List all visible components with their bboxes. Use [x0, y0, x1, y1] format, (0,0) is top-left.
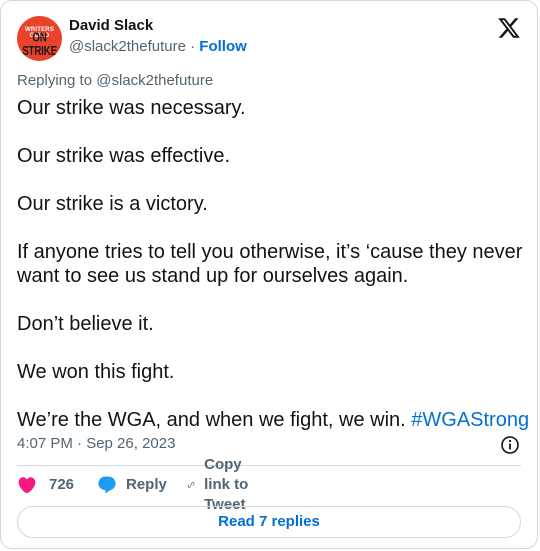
tweet-paragraph: Don’t believe it. — [17, 313, 154, 335]
info-icon[interactable] — [500, 435, 520, 455]
tweet-paragraph-last: We’re the WGA, and when we fight, we win… — [17, 408, 529, 432]
divider — [17, 465, 521, 466]
tweet-last-text: We’re the WGA, and when we fight, we win… — [17, 409, 406, 431]
like-count: 726 — [49, 476, 75, 493]
author-display-name[interactable]: David Slack — [69, 17, 247, 35]
reply-button[interactable]: Reply — [97, 475, 167, 495]
avatar-text-bottom: ON STRIKE — [22, 31, 57, 59]
author-handle[interactable]: @slack2thefuture — [69, 38, 186, 55]
link-icon — [187, 482, 195, 488]
reply-label: Reply — [126, 476, 167, 493]
follow-button[interactable]: Follow — [199, 38, 247, 55]
handle-separator: · — [190, 38, 196, 55]
heart-icon — [18, 477, 36, 494]
reply-bubble-icon — [98, 476, 116, 494]
tweet-card: WRITERS GUILD ON STRIKE David Slack @sla… — [0, 0, 538, 549]
tweet-paragraph: Our strike is a victory. — [17, 193, 208, 215]
read-replies-button[interactable]: Read 7 replies — [17, 506, 521, 538]
author-info: David Slack @slack2thefuture · Follow — [69, 17, 247, 57]
x-logo-icon[interactable] — [497, 16, 521, 40]
tweet-paragraph: If anyone tries to tell you otherwise, i… — [17, 241, 523, 287]
hashtag-link[interactable]: #WGAStrong — [411, 409, 529, 431]
copy-link-button[interactable]: Copy link to Tweet — [187, 456, 257, 513]
tweet-paragraph: Our strike was necessary. — [17, 97, 246, 119]
tweet-header: WRITERS GUILD ON STRIKE David Slack @sla… — [17, 16, 521, 62]
tweet-timestamp[interactable]: 4:07 PM · Sep 26, 2023 — [17, 435, 175, 453]
tweet-paragraph: We won this fight. — [17, 361, 175, 383]
like-button[interactable]: 726 — [17, 475, 74, 495]
tweet-text: Our strike was necessary. Our strike was… — [17, 96, 529, 432]
avatar[interactable]: WRITERS GUILD ON STRIKE — [17, 16, 62, 61]
tweet-paragraph: Our strike was effective. — [17, 145, 231, 167]
author-handle-row: @slack2thefuture · Follow — [69, 37, 247, 57]
replying-to[interactable]: Replying to @slack2thefuture — [17, 72, 213, 90]
